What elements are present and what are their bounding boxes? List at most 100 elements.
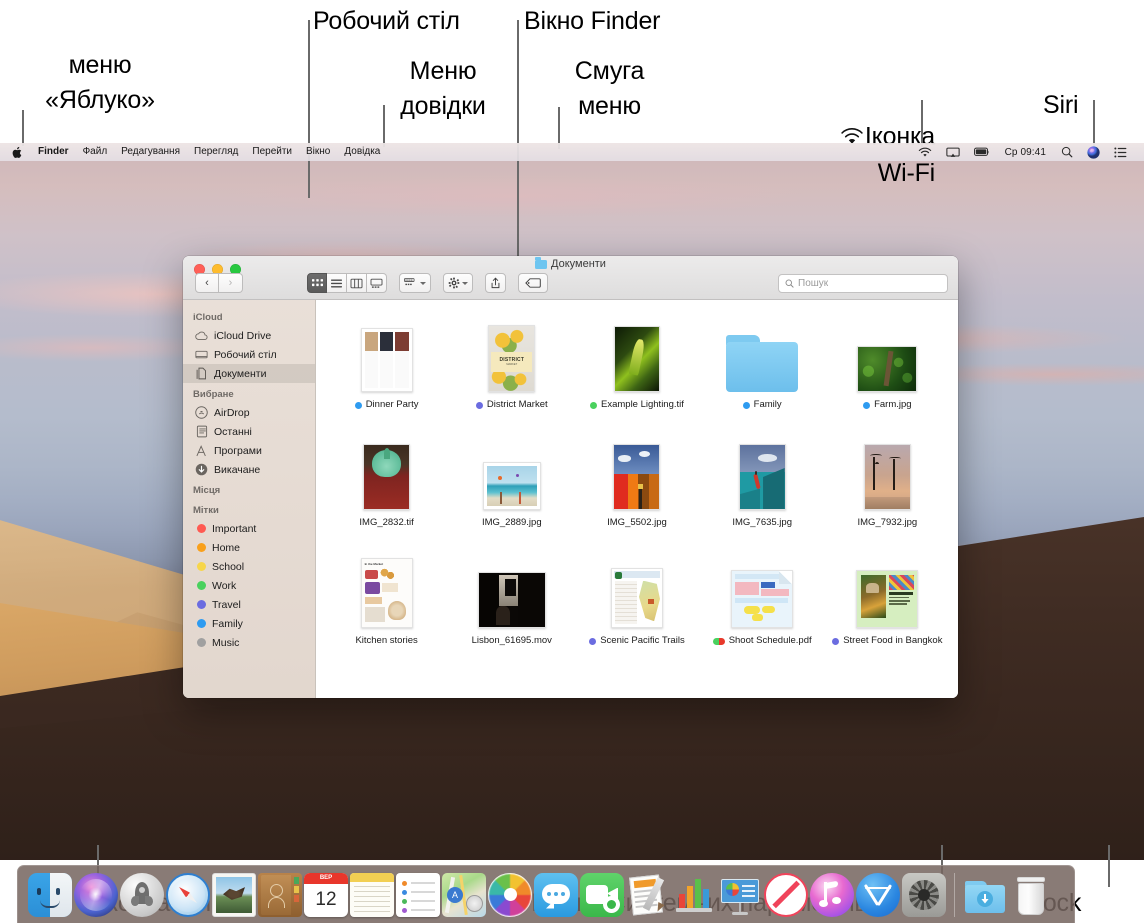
view-mode-buttons[interactable] <box>307 273 387 293</box>
file-item[interactable]: Family <box>700 314 825 432</box>
menu-item-go[interactable]: Перейти <box>245 143 299 161</box>
sidebar-item-recents[interactable]: Останні <box>183 422 315 441</box>
file-item[interactable]: Street Food in Bangkok <box>825 550 950 668</box>
nav-buttons[interactable]: ‹ › <box>195 273 243 293</box>
sidebar-item-label: Travel <box>212 598 241 611</box>
finder-titlebar[interactable]: Документи ‹ › Пошук <box>183 256 958 300</box>
file-grid[interactable]: Dinner Party DISTRICT MARKET District Ma… <box>316 300 958 698</box>
forward-button[interactable]: › <box>219 273 243 293</box>
file-item[interactable]: IMG_7932.jpg <box>825 432 950 550</box>
sidebar-tag-family[interactable]: Family <box>183 614 315 633</box>
photo-colorwall-icon <box>613 444 661 510</box>
dock-item-system-preferences[interactable] <box>902 872 946 917</box>
dock-item-trash[interactable] <box>1009 873 1053 917</box>
sidebar-tag-music[interactable]: Music <box>183 633 315 652</box>
file-item[interactable]: Example Lighting.tif <box>574 314 699 432</box>
sidebar-tag-important[interactable]: Important <box>183 519 315 538</box>
file-name: Dinner Party <box>365 399 419 410</box>
file-name: IMG_7635.jpg <box>732 517 792 528</box>
file-name: Kitchen stories <box>355 635 418 646</box>
dock-item-siri[interactable] <box>74 872 118 917</box>
leader-help-menu <box>383 105 385 147</box>
action-gear-button[interactable] <box>443 273 473 293</box>
tag-dot-dual <box>712 637 725 645</box>
sidebar-item-airdrop[interactable]: AirDrop <box>183 403 315 422</box>
dock-item-safari[interactable] <box>166 872 210 917</box>
wifi-icon[interactable] <box>911 147 939 158</box>
group-by-button[interactable] <box>399 273 431 293</box>
file-item[interactable]: In the Market Kitchen stories <box>324 550 449 668</box>
apple-menu-icon[interactable] <box>12 146 31 159</box>
menu-item-window[interactable]: Вікно <box>299 143 337 161</box>
icon-view-button[interactable] <box>307 273 327 293</box>
column-view-button[interactable] <box>347 273 367 293</box>
list-view-button[interactable] <box>327 273 347 293</box>
sidebar-item-desktop[interactable]: Робочий стіл <box>183 345 315 364</box>
airplay-icon[interactable] <box>939 147 967 158</box>
siri-icon[interactable] <box>1080 145 1107 159</box>
file-item[interactable]: IMG_5502.jpg <box>574 432 699 550</box>
dock-item-news[interactable] <box>764 872 808 917</box>
dock-item-notes[interactable] <box>350 872 394 917</box>
sidebar-tag-home[interactable]: Home <box>183 538 315 557</box>
menu-bar-clock[interactable]: Ср 09:41 <box>997 147 1054 158</box>
dock-item-facetime[interactable] <box>580 872 624 917</box>
tag-color-dot <box>197 581 206 590</box>
back-button[interactable]: ‹ <box>195 273 219 293</box>
dock-item-reminders[interactable] <box>396 872 440 917</box>
search-input[interactable]: Пошук <box>778 273 948 293</box>
sidebar-item-documents[interactable]: Документи <box>183 364 315 383</box>
finder-toolbar[interactable]: ‹ › Пошук <box>183 271 958 295</box>
dock-item-downloads-folder[interactable] <box>963 873 1007 917</box>
dock-item-messages[interactable] <box>534 872 578 917</box>
gallery-view-button[interactable] <box>367 273 387 293</box>
sidebar-item-applications[interactable]: Програми <box>183 441 315 460</box>
dock-item-photos[interactable] <box>488 872 532 917</box>
callout-finder-window: Вікно Finder <box>524 7 661 35</box>
finder-sidebar[interactable]: iCloud iCloud Drive Робочий стіл Докумен… <box>183 300 316 698</box>
tag-button[interactable] <box>518 273 548 293</box>
file-label: IMG_2832.tif <box>359 517 413 530</box>
sidebar-item-downloads[interactable]: Викачане <box>183 460 315 479</box>
dock-item-keynote[interactable] <box>718 873 762 917</box>
dock-item-launchpad[interactable] <box>120 872 164 917</box>
finder-window[interactable]: Документи ‹ › Пошук iCloud iCloud Drive … <box>183 256 958 698</box>
battery-icon[interactable] <box>967 147 997 157</box>
share-button[interactable] <box>485 273 506 293</box>
dock-item-numbers[interactable] <box>672 873 716 917</box>
menu-item-view[interactable]: Перегляд <box>187 143 245 161</box>
dock-item-appstore[interactable] <box>856 872 900 917</box>
file-thumbnail <box>482 434 541 510</box>
file-item[interactable]: DISTRICT MARKET District Market <box>449 314 574 432</box>
file-item[interactable]: Lisbon_61695.mov <box>449 550 574 668</box>
file-item[interactable]: Farm.jpg <box>825 314 950 432</box>
menu-item-file[interactable]: Файл <box>76 143 115 161</box>
dock-item-finder[interactable] <box>28 872 72 917</box>
dock-item-maps[interactable]: A <box>442 872 486 917</box>
search-icon[interactable] <box>1054 146 1080 158</box>
dock[interactable]: ВЕР 12 A <box>17 865 1075 923</box>
menu-item-finder[interactable]: Finder <box>31 143 76 161</box>
leader-wifi-icon <box>921 100 923 147</box>
dock-item-contacts[interactable] <box>258 872 302 917</box>
sidebar-tag-travel[interactable]: Travel <box>183 595 315 614</box>
dock-item-mail[interactable] <box>212 872 256 917</box>
file-item[interactable]: Dinner Party <box>324 314 449 432</box>
dock-item-itunes[interactable] <box>810 872 854 917</box>
sidebar-tag-work[interactable]: Work <box>183 576 315 595</box>
menu-item-help[interactable]: Довідка <box>337 143 387 161</box>
sidebar-tag-school[interactable]: School <box>183 557 315 576</box>
file-label: Scenic Pacific Trails <box>589 635 685 648</box>
file-item[interactable]: Scenic Pacific Trails <box>574 550 699 668</box>
file-name: Shoot Schedule.pdf <box>728 635 812 646</box>
control-center-list-icon[interactable] <box>1107 146 1134 158</box>
file-item[interactable]: Shoot Schedule.pdf <box>700 550 825 668</box>
menu-item-edit[interactable]: Редагування <box>114 143 187 161</box>
dock-item-calendar[interactable]: ВЕР 12 <box>304 872 348 917</box>
file-item[interactable]: IMG_7635.jpg <box>700 432 825 550</box>
sidebar-item-icloud-drive[interactable]: iCloud Drive <box>183 326 315 345</box>
dock-item-pages[interactable] <box>626 873 670 917</box>
leader-siri <box>1093 100 1095 147</box>
file-item[interactable]: IMG_2889.jpg <box>449 432 574 550</box>
file-item[interactable]: IMG_2832.tif <box>324 432 449 550</box>
